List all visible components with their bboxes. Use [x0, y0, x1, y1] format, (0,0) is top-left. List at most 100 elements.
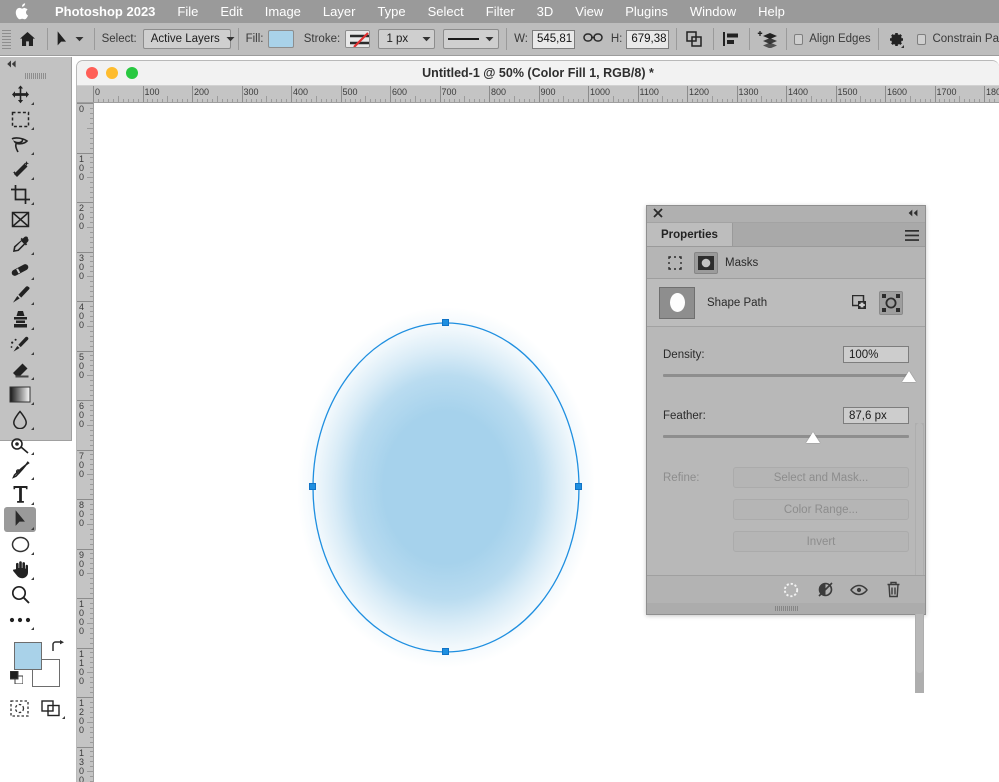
- object-selection-tool[interactable]: [4, 157, 36, 182]
- minimize-window-button[interactable]: [106, 67, 118, 79]
- lasso-tool[interactable]: [4, 132, 36, 157]
- shape-height-input[interactable]: 679,38 p: [626, 29, 670, 49]
- path-anchor-point[interactable]: [441, 647, 449, 655]
- density-slider-thumb[interactable]: [902, 371, 916, 382]
- density-input[interactable]: 100%: [843, 346, 909, 363]
- collapse-left-icon[interactable]: [0, 57, 71, 71]
- move-tool[interactable]: [4, 82, 36, 107]
- toggle-mask-visibility-icon[interactable]: [849, 580, 869, 600]
- type-tool[interactable]: [4, 482, 36, 507]
- blur-tool[interactable]: [4, 407, 36, 432]
- align-edges-checkbox[interactable]: [793, 33, 804, 45]
- vertical-ruler[interactable]: 0 100 200 300 400 500 600 700 800 900 1000 1100 1200…: [77, 103, 94, 782]
- constrain-path-checkbox[interactable]: [917, 33, 927, 45]
- panel-menu-icon[interactable]: [905, 223, 919, 247]
- apply-mask-icon[interactable]: [815, 580, 835, 600]
- edit-toolbar-button[interactable]: [4, 607, 36, 632]
- gear-icon[interactable]: [885, 27, 907, 51]
- stroke-width-dropdown[interactable]: 1 px: [378, 29, 436, 49]
- maximize-window-button[interactable]: [126, 67, 138, 79]
- ruler-minor-tick: [90, 543, 93, 545]
- tools-panel-grip[interactable]: [0, 71, 71, 80]
- stroke-color-swatch[interactable]: [345, 30, 371, 48]
- density-slider[interactable]: [663, 371, 916, 382]
- home-icon[interactable]: [15, 31, 40, 47]
- options-bar-grip[interactable]: [2, 28, 11, 50]
- select-mode-dropdown[interactable]: Active Layers: [142, 29, 235, 49]
- menu-item-edit[interactable]: Edit: [209, 0, 253, 23]
- feather-input[interactable]: 87,6 px: [843, 407, 909, 424]
- pixel-mask-icon[interactable]: [694, 251, 718, 274]
- screen-mode-icon[interactable]: [36, 696, 68, 721]
- ruler-origin-box[interactable]: [77, 86, 94, 103]
- collapse-panel-icon[interactable]: [907, 208, 919, 220]
- add-pixel-mask-icon[interactable]: [849, 291, 873, 315]
- swap-colors-icon[interactable]: [51, 640, 64, 658]
- invert-button[interactable]: Invert: [733, 531, 909, 552]
- tab-properties[interactable]: Properties: [647, 223, 733, 246]
- link-chain-icon[interactable]: [583, 30, 603, 48]
- select-and-mask-button[interactable]: Select and Mask...: [733, 467, 909, 488]
- crop-tool[interactable]: [4, 182, 36, 207]
- hand-tool[interactable]: [4, 557, 36, 582]
- brush-tool[interactable]: [4, 282, 36, 307]
- menu-item-type[interactable]: Type: [366, 0, 416, 23]
- clone-stamp-tool[interactable]: [4, 307, 36, 332]
- panel-scrollbar[interactable]: [915, 423, 924, 693]
- close-panel-icon[interactable]: [653, 207, 663, 221]
- color-range-button[interactable]: Color Range...: [733, 499, 909, 520]
- frame-tool[interactable]: [4, 207, 36, 232]
- zoom-tool[interactable]: [4, 582, 36, 607]
- eyedropper-tool[interactable]: [4, 232, 36, 257]
- gradient-tool[interactable]: [4, 382, 36, 407]
- menu-item-select[interactable]: Select: [417, 0, 475, 23]
- close-window-button[interactable]: [86, 67, 98, 79]
- history-brush-tool[interactable]: [4, 332, 36, 357]
- path-anchor-point[interactable]: [308, 483, 316, 490]
- path-arrangement-icon[interactable]: [757, 27, 779, 51]
- chevron-down-icon[interactable]: [72, 29, 87, 49]
- stroke-style-dropdown[interactable]: [443, 29, 500, 49]
- default-colors-icon[interactable]: [9, 670, 24, 689]
- load-selection-from-mask-icon[interactable]: [781, 580, 801, 600]
- ellipse-tool[interactable]: [4, 532, 36, 557]
- rectangular-marquee-tool[interactable]: [4, 107, 36, 132]
- dodge-tool[interactable]: [4, 432, 36, 457]
- menu-item-view[interactable]: View: [564, 0, 614, 23]
- horizontal-ruler[interactable]: 0 100 200 300 400 500 600 700 800 900 1000 1100 1200…: [93, 86, 999, 103]
- path-operations-icon[interactable]: [684, 27, 706, 51]
- path-selection-tool[interactable]: [4, 507, 36, 532]
- shape-width-input[interactable]: 545,81 p: [531, 29, 575, 49]
- quick-mask-icon[interactable]: [4, 696, 36, 721]
- menu-item-plugins[interactable]: Plugins: [614, 0, 679, 23]
- foreground-color-swatch[interactable]: [14, 642, 42, 670]
- feather-slider[interactable]: [663, 432, 909, 443]
- vector-mask-icon[interactable]: [663, 252, 687, 274]
- delete-mask-icon[interactable]: [883, 580, 903, 600]
- feather-slider-thumb[interactable]: [806, 432, 821, 443]
- menu-item-3d[interactable]: 3D: [526, 0, 565, 23]
- spot-healing-brush-tool[interactable]: [4, 257, 36, 282]
- menu-item-help[interactable]: Help: [747, 0, 796, 23]
- menu-item-layer[interactable]: Layer: [312, 0, 367, 23]
- menu-item-file[interactable]: File: [166, 0, 209, 23]
- path-anchor-point[interactable]: [574, 483, 582, 490]
- apple-logo-icon[interactable]: [10, 3, 32, 20]
- tool-preset-picker[interactable]: [55, 29, 87, 49]
- eraser-tool[interactable]: [4, 357, 36, 382]
- panel-scrollbar-thumb[interactable]: [916, 423, 923, 673]
- ruler-minor-tick: [90, 365, 93, 367]
- panel-title-bar[interactable]: [647, 206, 925, 223]
- fill-color-swatch[interactable]: [268, 30, 294, 48]
- mask-thumbnail-icon[interactable]: [659, 286, 695, 319]
- add-vector-mask-icon[interactable]: [879, 290, 903, 315]
- menu-item-window[interactable]: Window: [679, 0, 747, 23]
- panel-resize-handle[interactable]: [647, 603, 925, 614]
- path-alignment-icon[interactable]: [721, 27, 743, 51]
- menu-item-filter[interactable]: Filter: [475, 0, 526, 23]
- pen-tool[interactable]: [4, 457, 36, 482]
- ruler-minor-tick: [122, 99, 124, 102]
- menu-item-image[interactable]: Image: [254, 0, 312, 23]
- menu-app-name[interactable]: Photoshop 2023: [44, 0, 166, 23]
- path-anchor-point[interactable]: [441, 318, 449, 326]
